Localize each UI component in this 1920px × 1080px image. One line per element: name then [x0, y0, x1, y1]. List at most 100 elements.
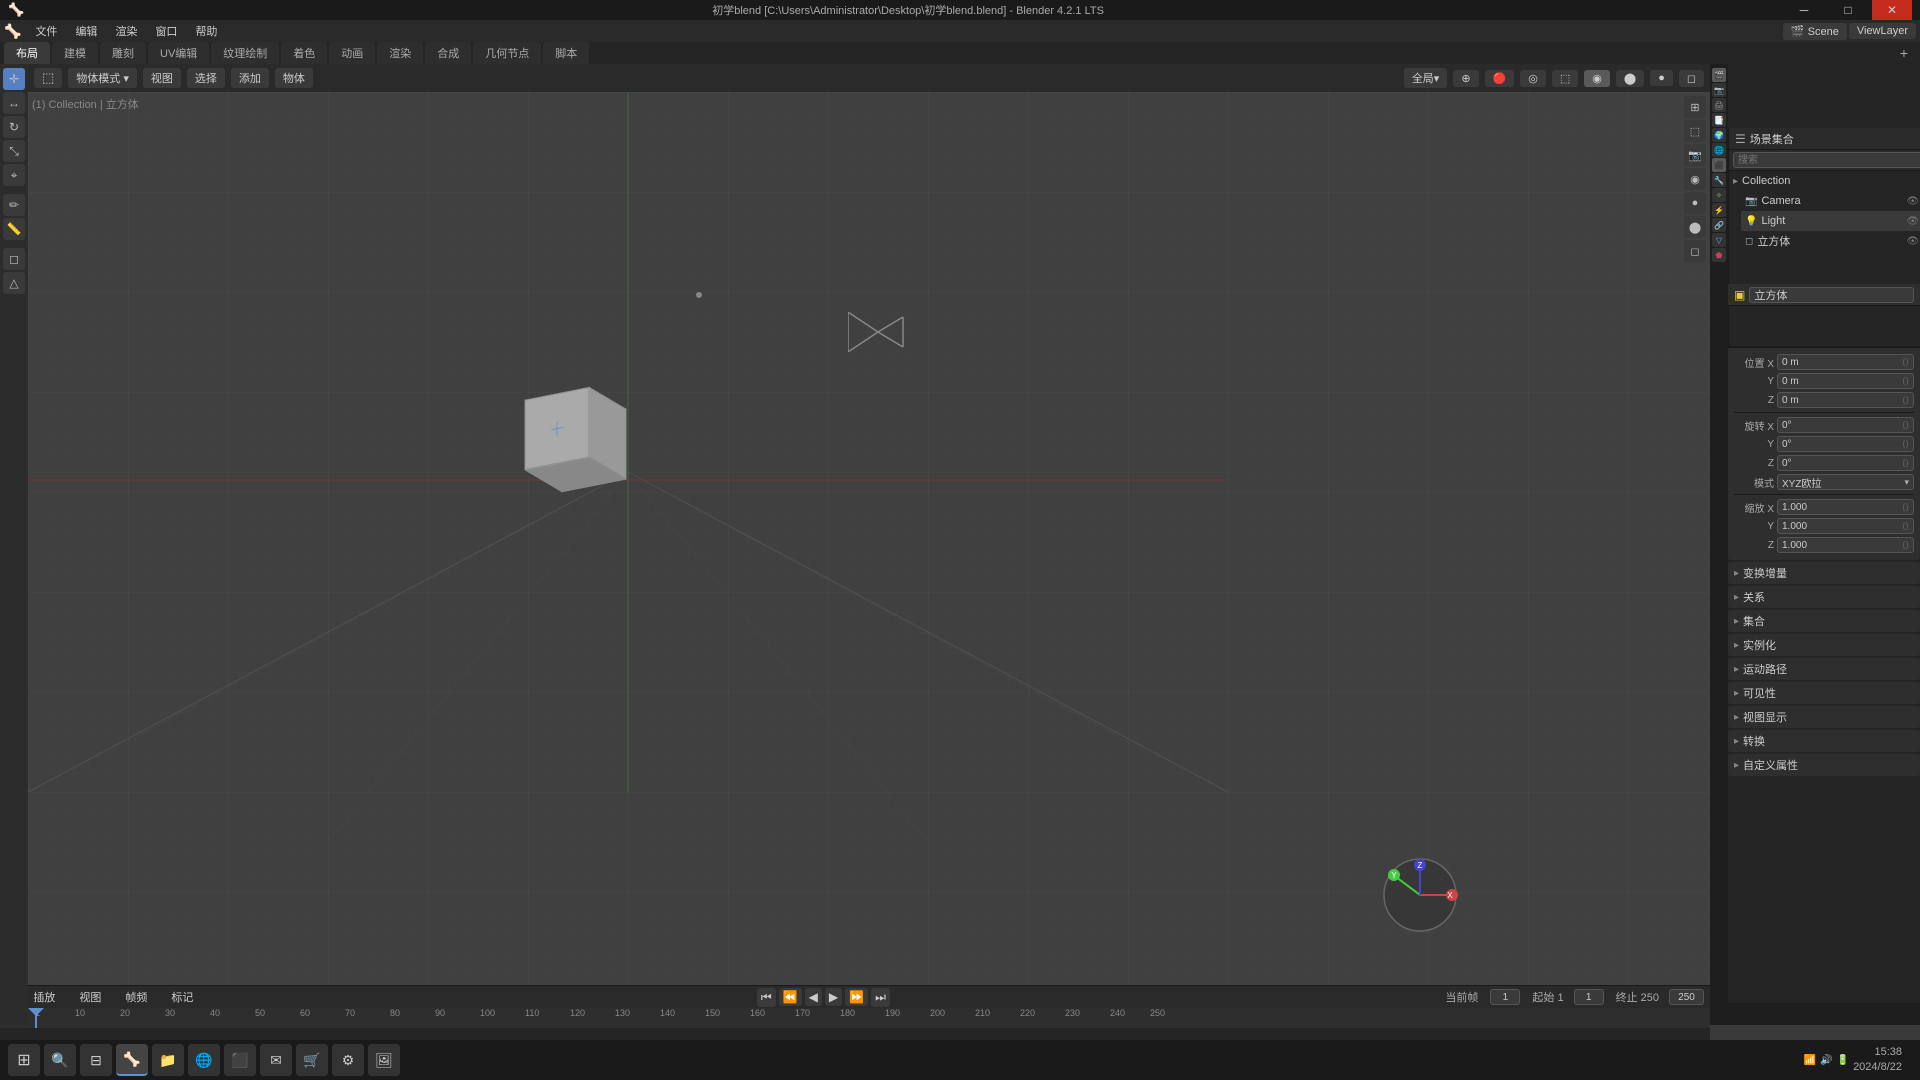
location-y-field[interactable]: 0 m⟨⟩: [1777, 373, 1914, 389]
taskbar-search[interactable]: 🔍: [44, 1044, 76, 1076]
shading-rendered[interactable]: ●: [1650, 70, 1673, 86]
editor-type-selector[interactable]: ⬚: [34, 68, 62, 88]
taskbar-store[interactable]: 🛒: [296, 1044, 328, 1076]
prop-tab-modifier[interactable]: 🔧: [1712, 173, 1726, 187]
custom-props-header[interactable]: ▸ 自定义属性: [1728, 754, 1920, 776]
header-view[interactable]: 视图: [143, 68, 181, 88]
tray-network[interactable]: 📶: [1804, 1055, 1816, 1066]
outliner-item-light[interactable]: 💡 Light 👁 ⚙: [1741, 211, 1920, 231]
viewlayer-selector[interactable]: ViewLayer: [1849, 23, 1916, 39]
viewport-display-header[interactable]: ▸ 视图显示: [1728, 706, 1920, 728]
clock[interactable]: 15:38 2024/8/22: [1853, 1045, 1902, 1076]
play-button[interactable]: ▶: [825, 988, 842, 1006]
tab-scripting[interactable]: 脚本: [543, 42, 589, 64]
location-z-field[interactable]: 0 m⟨⟩: [1777, 392, 1914, 408]
menu-file[interactable]: 文件: [27, 21, 65, 41]
taskbar-browser[interactable]: 🌐: [188, 1044, 220, 1076]
taskbar-blender[interactable]: 🦴: [116, 1044, 148, 1076]
scale-z-field[interactable]: 1.000⟨⟩: [1777, 537, 1914, 553]
timeline-marker-label[interactable]: 标记: [163, 987, 201, 1007]
tab-shading[interactable]: 着色: [281, 42, 327, 64]
shading-material[interactable]: ⬤: [1616, 70, 1644, 87]
tool-cursor[interactable]: ✛: [3, 68, 25, 90]
menu-help[interactable]: 帮助: [187, 21, 225, 41]
end-frame-input[interactable]: [1669, 989, 1704, 1005]
tab-geometry-nodes[interactable]: 几何节点: [473, 42, 541, 64]
relations-header[interactable]: ▸ 关系: [1728, 586, 1920, 608]
prop-tab-render[interactable]: 📷: [1712, 83, 1726, 97]
header-add[interactable]: 添加: [231, 68, 269, 88]
tool-scale[interactable]: ⤡: [3, 140, 25, 162]
vp-camera-icon[interactable]: 📷: [1684, 144, 1706, 166]
taskbar-photos[interactable]: 🖼: [368, 1044, 400, 1076]
next-frame-button[interactable]: ⏩: [845, 988, 868, 1006]
tool-rotate[interactable]: ↻: [3, 116, 25, 138]
prop-tab-data[interactable]: ▽: [1712, 233, 1726, 247]
visibility-header[interactable]: ▸ 可见性: [1728, 682, 1920, 704]
proportional-edit[interactable]: 🔴: [1485, 70, 1515, 87]
object-name-input[interactable]: [1749, 287, 1914, 303]
maximize-button[interactable]: □: [1828, 0, 1868, 20]
jump-start-button[interactable]: ⏮: [757, 988, 776, 1007]
motion-paths-header[interactable]: ▸ 运动路径: [1728, 658, 1920, 680]
pivot-selector[interactable]: 全局▾: [1404, 68, 1448, 88]
jump-end-button[interactable]: ⏭: [871, 988, 890, 1007]
tool-annotate[interactable]: ✏: [3, 194, 25, 216]
outliner-search-input[interactable]: [1733, 152, 1920, 168]
current-frame-input[interactable]: [1490, 989, 1520, 1005]
taskbar-explorer[interactable]: 📁: [152, 1044, 184, 1076]
overlay-toggle[interactable]: ◎: [1520, 70, 1546, 87]
tab-render[interactable]: 渲染: [377, 42, 423, 64]
rotation-z-field[interactable]: 0°⟨⟩: [1777, 455, 1914, 471]
vp-xray-icon[interactable]: ⬚: [1684, 120, 1706, 142]
prop-tab-material[interactable]: ⬟: [1712, 248, 1726, 262]
timeline-view-label[interactable]: 视图: [71, 987, 109, 1007]
outliner-item-collection[interactable]: ▸ Collection 👁: [1729, 171, 1920, 191]
timeline-framerate-label[interactable]: 帧频: [117, 987, 155, 1007]
prop-tab-particles[interactable]: ✧: [1712, 188, 1726, 202]
shading-solid[interactable]: ◉: [1584, 70, 1610, 87]
taskbar-settings[interactable]: ⚙: [332, 1044, 364, 1076]
start-button[interactable]: ⊞: [8, 1044, 40, 1076]
tab-layout[interactable]: 布局: [4, 42, 50, 64]
camera-object[interactable]: [848, 312, 908, 357]
tray-audio[interactable]: 🔊: [1820, 1055, 1832, 1066]
collections-header[interactable]: ▸ 集合: [1728, 610, 1920, 632]
mode-selector[interactable]: 物体模式 ▾: [68, 68, 137, 88]
scale-y-field[interactable]: 1.000⟨⟩: [1777, 518, 1914, 534]
tool-move[interactable]: ↔: [3, 92, 25, 114]
add-workspace-button[interactable]: +: [1892, 43, 1916, 63]
prev-frame-button[interactable]: ⏪: [779, 988, 802, 1006]
tab-animation[interactable]: 动画: [329, 42, 375, 64]
outliner-item-cube[interactable]: ◻ 立方体 👁 ⚙: [1741, 231, 1920, 251]
menu-render[interactable]: 渲染: [107, 21, 145, 41]
shading-wireframe[interactable]: ◻: [1679, 70, 1704, 87]
tab-modeling[interactable]: 建模: [52, 42, 98, 64]
timeline-ruler[interactable]: 0 1 10 20 30 40 50 60 70 80 90 100 110 1…: [0, 1008, 1710, 1028]
timeline-play-label[interactable]: 插放: [25, 987, 63, 1007]
tab-sculpt[interactable]: 雕刻: [100, 42, 146, 64]
xray-toggle[interactable]: ⬚: [1552, 70, 1578, 87]
play-reverse-button[interactable]: ◀: [805, 988, 822, 1006]
rotation-x-field[interactable]: 0°⟨⟩: [1777, 417, 1914, 433]
header-object[interactable]: 物体: [275, 68, 313, 88]
tab-uv[interactable]: UV编辑: [148, 42, 209, 64]
3d-viewport[interactable]: X Y Z ⊞ ⬚ 📷 ◉ ● ⬤ ◻ (1) Collection | 立方体: [28, 92, 1710, 1025]
prop-tab-output[interactable]: 🖨: [1712, 98, 1726, 112]
prop-tab-view-layer[interactable]: 📑: [1712, 113, 1726, 127]
header-select[interactable]: 选择: [187, 68, 225, 88]
cube-object[interactable]: [538, 402, 613, 477]
minimize-button[interactable]: ─: [1784, 0, 1824, 20]
vp-wireframe-icon[interactable]: ◻: [1684, 240, 1706, 262]
tool-measure[interactable]: 📏: [3, 218, 25, 240]
tool-transform[interactable]: ⌖: [3, 164, 25, 186]
tab-compositing[interactable]: 合成: [425, 42, 471, 64]
vp-rendered-icon[interactable]: ●: [1684, 192, 1706, 214]
tool-add-cone[interactable]: △: [3, 272, 25, 294]
prop-tab-scene2[interactable]: 🌍: [1712, 128, 1726, 142]
rotation-y-field[interactable]: 0°⟨⟩: [1777, 436, 1914, 452]
outliner-item-camera[interactable]: 📷 Camera 👁 ⚙: [1741, 191, 1920, 211]
prop-tab-scene[interactable]: 🎬: [1712, 68, 1726, 82]
rotation-mode-selector[interactable]: XYZ欧拉▾: [1777, 474, 1914, 490]
navigation-gizmo[interactable]: X Y Z: [1380, 855, 1450, 925]
